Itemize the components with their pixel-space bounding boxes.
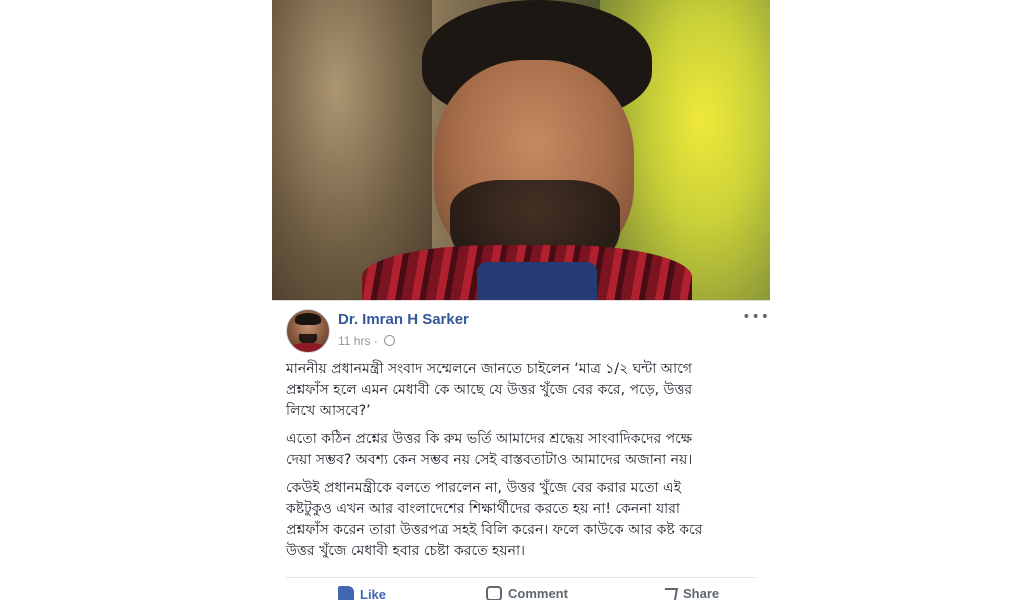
like-label: Like — [360, 586, 387, 600]
facebook-post-card: Dr. Imran H Sarker 11 hrs · ••• মাননীয় … — [272, 0, 770, 600]
post-actions-bar: Like Comment Share — [286, 577, 756, 600]
avatar-scarf — [291, 343, 325, 352]
post-paragraph-3: কেউই প্রধানমন্ত্রীকে বলতে পারলেন না, উত্… — [286, 480, 703, 559]
meta-separator: · — [373, 334, 382, 348]
share-label: Share — [683, 586, 720, 600]
post-paragraph-2: এতো কঠিন প্রশ্নের উত্তর কি রুম ভর্তি আমা… — [286, 431, 693, 468]
share-icon — [662, 587, 679, 600]
post-photo[interactable] — [272, 0, 770, 300]
share-button[interactable]: Share — [662, 586, 720, 600]
avatar[interactable] — [286, 309, 330, 353]
post-time[interactable]: 11 hrs — [338, 334, 370, 348]
more-options-icon[interactable]: ••• — [742, 309, 770, 325]
photo-shirt — [477, 262, 597, 300]
comment-icon — [486, 586, 502, 600]
comment-label: Comment — [508, 586, 568, 600]
thumbs-up-icon — [338, 586, 354, 600]
post-meta: 11 hrs · — [338, 334, 396, 348]
avatar-hair — [295, 313, 321, 325]
post-text: মাননীয় প্রধানমন্ত্রী সংবাদ সম্মেলনে জান… — [286, 359, 770, 569]
like-button[interactable]: Like — [338, 586, 386, 600]
author-name[interactable]: Dr. Imran H Sarker — [338, 311, 469, 328]
post-paragraph-1: মাননীয় প্রধানমন্ত্রী সংবাদ সম্মেলনে জান… — [286, 361, 693, 419]
globe-icon[interactable] — [384, 335, 396, 346]
comment-button[interactable]: Comment — [486, 586, 568, 600]
post-content: Dr. Imran H Sarker 11 hrs · ••• মাননীয় … — [272, 300, 770, 600]
